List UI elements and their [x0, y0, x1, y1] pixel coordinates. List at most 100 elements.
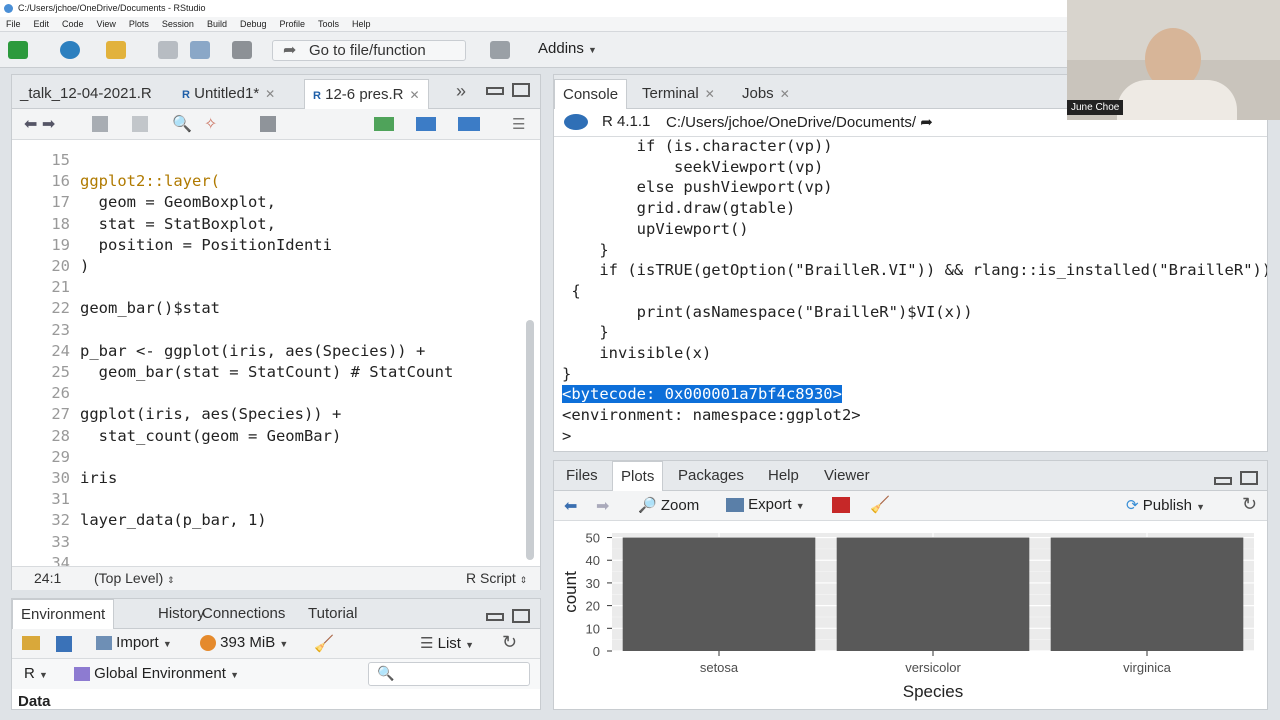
load-workspace-icon[interactable] [22, 636, 40, 650]
tab-tutorial[interactable]: Tutorial [300, 599, 365, 629]
chevron-down-icon: ▼ [279, 639, 289, 649]
line-number: 28 [51, 426, 70, 445]
search-icon[interactable]: 🔍 [172, 114, 192, 134]
arrow-right-icon: ➦ [283, 42, 297, 59]
code-line: iris [80, 469, 118, 487]
menu-edit[interactable]: Edit [34, 17, 50, 31]
open-file-icon[interactable] [106, 41, 126, 59]
goto-directory-icon[interactable]: ➦ [920, 114, 933, 131]
broom-icon[interactable]: 🧹 [314, 634, 334, 654]
menu-code[interactable]: Code [62, 17, 84, 31]
minimize-icon[interactable] [1214, 477, 1232, 485]
tab-packages[interactable]: Packages [670, 461, 752, 491]
tab-label: Packages [678, 467, 744, 484]
close-icon[interactable]: ✕ [410, 88, 420, 102]
bar [1050, 537, 1244, 651]
code-line: geom_bar(stat = StatCount) # StatCount [80, 363, 454, 381]
export-button[interactable]: Export ▼ [726, 496, 805, 513]
line-number: 20 [51, 257, 70, 275]
r-file-icon: R [313, 90, 321, 102]
filetype-selector[interactable]: R Script ⇕ [466, 570, 527, 586]
memory-usage-button[interactable]: 393 MiB ▼ [200, 634, 289, 652]
forward-arrow-icon[interactable]: ➡ [596, 496, 609, 516]
editor-scrollbar[interactable] [526, 320, 534, 560]
new-file-icon[interactable] [8, 41, 28, 59]
broom-icon[interactable]: 🧹 [870, 495, 890, 515]
menu-file[interactable]: File [6, 17, 21, 31]
run-line-icon[interactable] [374, 117, 394, 131]
compile-report-icon[interactable] [260, 116, 276, 132]
code-editor[interactable]: 15 16 ggplot2::layer(17 geom = GeomBoxplot… [12, 140, 540, 566]
close-icon[interactable]: ✕ [780, 87, 790, 101]
tab-help[interactable]: Help [760, 461, 807, 491]
view-mode-button[interactable]: ☰ List ▼ [420, 634, 474, 652]
tab-viewer[interactable]: Viewer [816, 461, 878, 491]
tab-terminal[interactable]: Terminal ✕ [634, 79, 723, 109]
back-arrow-icon[interactable]: ⬅ ➡ [24, 114, 55, 134]
tab-untitled1[interactable]: R Untitled1* ✕ [174, 79, 283, 109]
export-icon [726, 498, 744, 513]
tab-plots[interactable]: Plots [612, 461, 664, 491]
table-icon [96, 636, 112, 651]
menu-tools[interactable]: Tools [318, 17, 339, 31]
save-icon[interactable] [132, 116, 148, 132]
import-label: Import [116, 634, 159, 651]
publish-button[interactable]: ⟳ Publish ▼ [1126, 496, 1205, 514]
close-icon[interactable]: ✕ [265, 87, 275, 101]
new-project-icon[interactable] [60, 41, 80, 59]
tab-talk-file[interactable]: _talk_12-04-2021.R [12, 79, 160, 109]
tab-12-6-pres[interactable]: R 12-6 pres.R ✕ [304, 79, 429, 109]
menu-help[interactable]: Help [352, 17, 371, 31]
zoom-button[interactable]: 🔎 Zoom [638, 496, 699, 514]
maximize-icon[interactable] [512, 609, 530, 623]
menu-session[interactable]: Session [162, 17, 194, 31]
menu-build[interactable]: Build [207, 17, 227, 31]
menu-debug[interactable]: Debug [240, 17, 267, 31]
source-icon[interactable] [458, 117, 480, 131]
addins-menu[interactable]: Addins ▼ [538, 40, 597, 57]
line-number: 26 [51, 384, 70, 403]
import-dataset-button[interactable]: Import ▼ [96, 634, 172, 651]
outline-icon[interactable]: ☰ [512, 115, 525, 133]
tab-connections[interactable]: Connections [194, 599, 293, 629]
more-tabs-icon[interactable]: » [456, 81, 466, 102]
rerun-icon[interactable] [416, 117, 436, 131]
menu-view[interactable]: View [97, 17, 116, 31]
menu-profile[interactable]: Profile [280, 17, 306, 31]
back-arrow-icon[interactable]: ⬅ [564, 496, 577, 516]
tab-console[interactable]: Console [554, 79, 628, 109]
scope-dropdown[interactable]: Global Environment ▼ [74, 665, 239, 682]
maximize-icon[interactable] [1240, 471, 1258, 485]
code-line: layer_data(p_bar, 1) [80, 511, 267, 530]
menu-plots[interactable]: Plots [129, 17, 149, 31]
grid-layout-icon[interactable] [490, 41, 510, 59]
refresh-icon[interactable]: ↻ [502, 632, 517, 653]
scope-selector[interactable]: (Top Level) ⇕ [94, 570, 175, 586]
environment-search-input[interactable]: 🔍 [368, 662, 530, 686]
tab-environment[interactable]: Environment [12, 599, 115, 629]
environment-scope-bar: R ▼ Global Environment ▼ 🔍 [12, 659, 540, 689]
save-icon[interactable] [158, 41, 178, 59]
refresh-icon[interactable]: ↻ [1242, 494, 1257, 515]
magic-wand-icon[interactable]: ✧ [204, 114, 217, 134]
line-number: 19 [51, 235, 70, 254]
maximize-icon[interactable] [512, 83, 530, 97]
close-icon[interactable]: ✕ [705, 87, 715, 101]
remove-plot-icon[interactable] [832, 497, 850, 513]
code-line: ggplot2::layer( [80, 172, 220, 191]
minimize-icon[interactable] [486, 87, 504, 95]
console-output[interactable]: if (is.character(vp)) seekViewport(vp) e… [554, 137, 1267, 451]
code-line: position = PositionIdenti [80, 235, 332, 254]
tab-files[interactable]: Files [558, 461, 606, 491]
minimize-icon[interactable] [486, 613, 504, 621]
go-to-file-button[interactable]: ➦ Go to file/function [272, 40, 466, 61]
webcam-shirt [1117, 80, 1237, 120]
language-selector[interactable]: R ▼ [24, 665, 48, 682]
tab-jobs[interactable]: Jobs ✕ [734, 79, 798, 109]
console-prompt[interactable]: > [562, 427, 581, 445]
show-in-window-icon[interactable] [92, 116, 108, 132]
tab-label: Console [563, 86, 619, 103]
print-icon[interactable] [232, 41, 252, 59]
save-workspace-icon[interactable] [56, 636, 72, 652]
save-all-icon[interactable] [190, 41, 210, 59]
